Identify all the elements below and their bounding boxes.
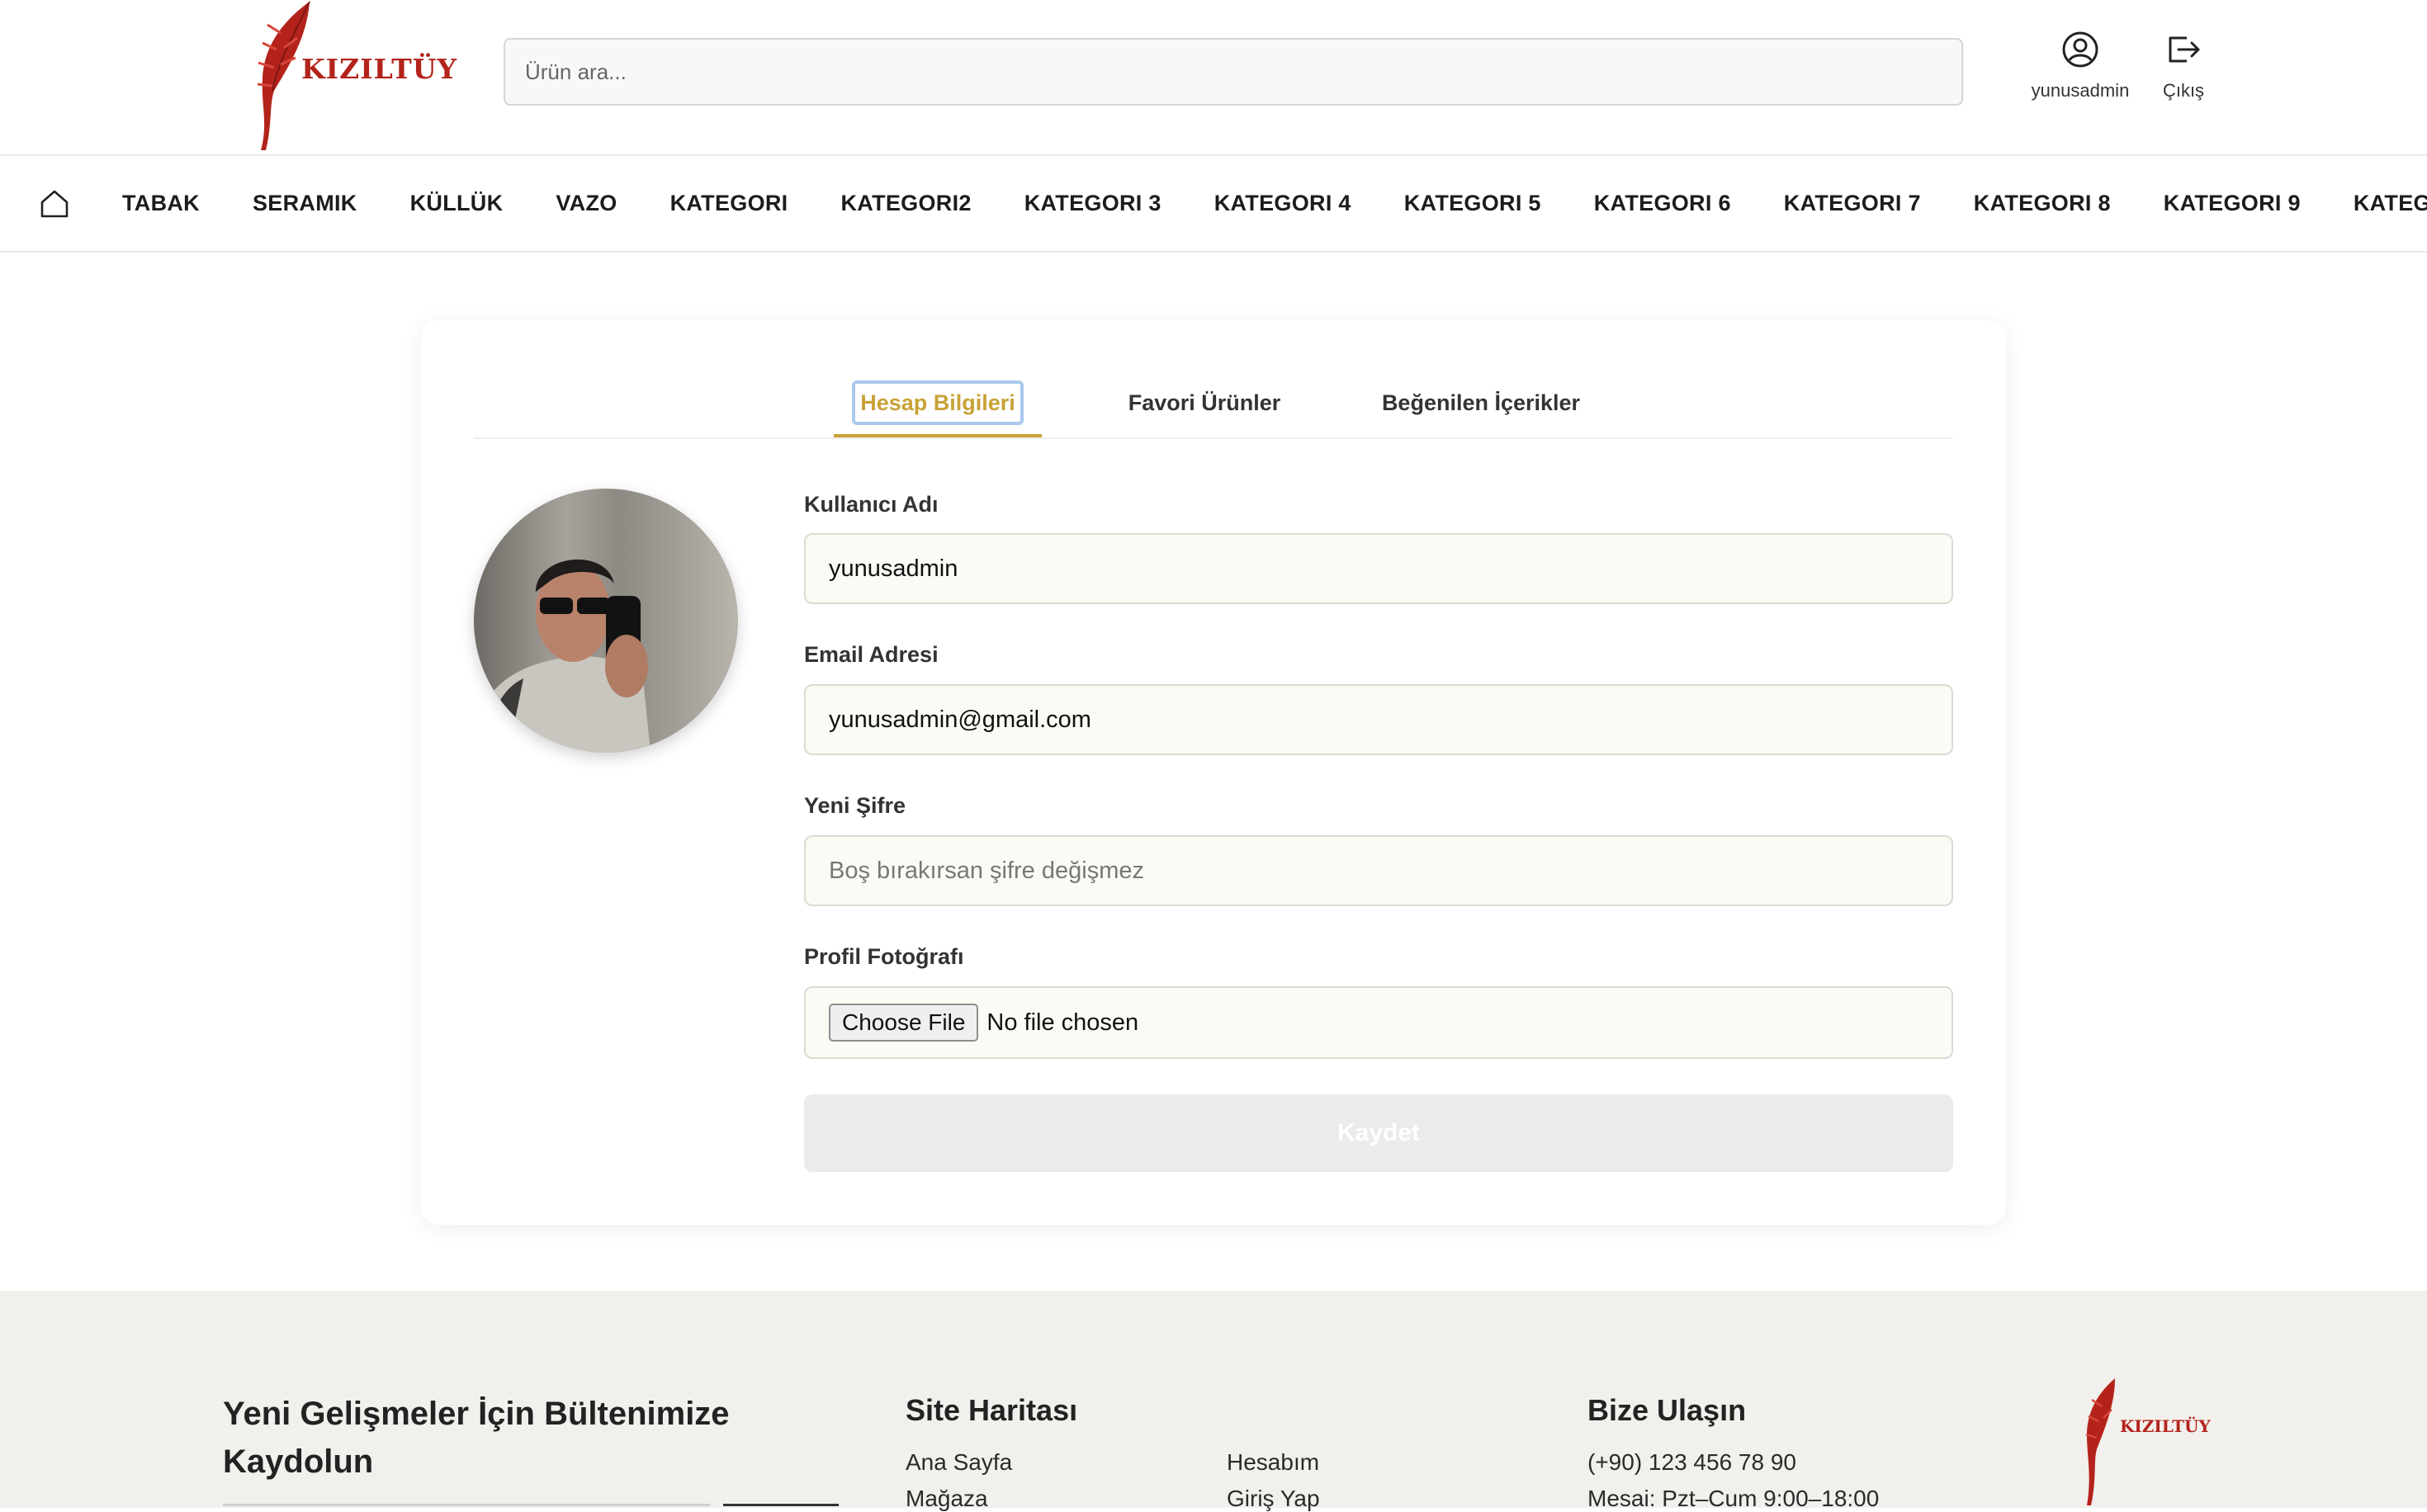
site-footer: Yeni Gelişmeler İçin Bültenimize Kaydolu… bbox=[0, 1291, 2427, 1511]
profile-card: Hesap Bilgileri Favori Ürünler Beğenilen… bbox=[421, 320, 2006, 1225]
file-status-text: No file chosen bbox=[986, 1009, 1139, 1036]
nav-item-kategori-5[interactable]: KATEGORI 5 bbox=[1404, 191, 1541, 216]
sitemap-title: Site Haritası bbox=[906, 1393, 1078, 1427]
nav-item-vazo[interactable]: VAZO bbox=[556, 191, 617, 216]
contact-title: Bize Ulaşın bbox=[1587, 1393, 1747, 1427]
email-label: Email Adresi bbox=[804, 642, 939, 667]
sitemap-link-account[interactable]: Hesabım bbox=[1227, 1449, 1319, 1476]
logout-button[interactable]: Çıkış bbox=[2138, 30, 2229, 102]
email-field[interactable] bbox=[804, 684, 1953, 755]
tab-account-info-label: Hesap Bilgileri bbox=[852, 380, 1024, 425]
profile-photo-input: Choose File No file chosen bbox=[804, 986, 1953, 1059]
sitemap-link-store[interactable]: Mağaza bbox=[906, 1486, 988, 1512]
username-label: Kullanıcı Adı bbox=[804, 492, 939, 517]
site-header: KIZILTÜY yunusadmin Çıkış bbox=[0, 0, 2427, 156]
newsletter-title: Yeni Gelişmeler İçin Bültenimize Kaydolu… bbox=[223, 1396, 730, 1480]
nav-item-kategori-8[interactable]: KATEGORI 8 bbox=[1974, 191, 2111, 216]
password-label: Yeni Şifre bbox=[804, 793, 906, 818]
contact-hours: Mesai: Pzt–Cum 9:00–18:00 bbox=[1587, 1486, 1880, 1511]
save-button[interactable]: Kaydet bbox=[804, 1094, 1953, 1172]
newsletter-subscribe-button[interactable] bbox=[723, 1504, 839, 1506]
account-button[interactable]: yunusadmin bbox=[2027, 30, 2134, 102]
footer-brand-name: KIZILTÜY bbox=[2120, 1416, 2211, 1436]
nav-item-kategori-9[interactable]: KATEGORI 9 bbox=[2164, 191, 2301, 216]
nav-item-kategori-6[interactable]: KATEGORI 6 bbox=[1594, 191, 1731, 216]
brand-logo[interactable]: KIZILTÜY bbox=[231, 0, 457, 152]
profile-photo-label: Profil Fotoğrafı bbox=[804, 944, 964, 969]
account-label: yunusadmin bbox=[2031, 80, 2130, 101]
username-field[interactable] bbox=[804, 533, 1953, 604]
nav-item-kategori-10[interactable]: KATEGORI bbox=[2354, 191, 2427, 216]
home-icon bbox=[40, 190, 69, 218]
tab-account-info[interactable]: Hesap Bilgileri bbox=[834, 370, 1042, 437]
home-link[interactable] bbox=[38, 187, 71, 220]
nav-item-kategori2[interactable]: KATEGORI2 bbox=[840, 191, 971, 216]
profile-photo bbox=[474, 489, 738, 753]
nav-item-seramik[interactable]: SERAMIK bbox=[253, 191, 357, 216]
footer-brand-logo: KIZILTÜY bbox=[2072, 1373, 2211, 1508]
search-input[interactable] bbox=[504, 38, 1963, 106]
nav-item-kategori-7[interactable]: KATEGORI 7 bbox=[1784, 191, 1921, 216]
nav-item-kategori-4[interactable]: KATEGORI 4 bbox=[1214, 191, 1351, 216]
new-password-field[interactable] bbox=[804, 835, 1953, 906]
category-nav: TABAK SERAMIK KÜLLÜK VAZO KATEGORI KATEG… bbox=[0, 156, 2427, 253]
nav-item-kulluk[interactable]: KÜLLÜK bbox=[410, 191, 504, 216]
feather-logo-icon bbox=[2085, 1378, 2115, 1505]
tab-favorite-products[interactable]: Favori Ürünler bbox=[1101, 370, 1308, 437]
choose-file-button[interactable]: Choose File bbox=[829, 1004, 979, 1042]
brand-name: KIZILTÜY bbox=[301, 53, 458, 85]
nav-item-kategori-3[interactable]: KATEGORI 3 bbox=[1024, 191, 1161, 216]
profile-avatar bbox=[474, 489, 738, 753]
sitemap-link-login[interactable]: Giriş Yap bbox=[1227, 1486, 1320, 1512]
nav-item-kategori[interactable]: KATEGORI bbox=[670, 191, 788, 216]
user-circle-icon bbox=[2062, 31, 2098, 68]
logout-label: Çıkış bbox=[2162, 80, 2205, 101]
newsletter-email-field[interactable] bbox=[223, 1504, 710, 1506]
nav-item-tabak[interactable]: TABAK bbox=[122, 191, 200, 216]
contact-phone: (+90) 123 456 78 90 bbox=[1587, 1449, 1796, 1475]
profile-tabs: Hesap Bilgileri Favori Ürünler Beğenilen… bbox=[474, 370, 1953, 439]
sitemap-link-home[interactable]: Ana Sayfa bbox=[906, 1449, 1012, 1476]
logout-icon bbox=[2169, 36, 2200, 63]
tab-liked-contents[interactable]: Beğenilen İçerikler bbox=[1357, 370, 1605, 437]
